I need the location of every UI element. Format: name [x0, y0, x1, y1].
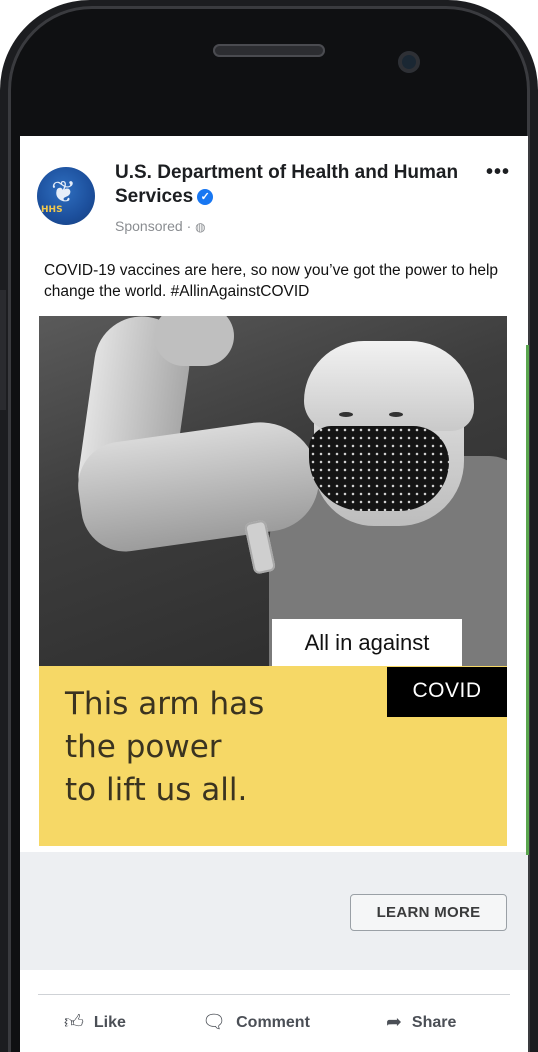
sponsored-label: Sponsored · ◍: [115, 218, 206, 234]
screen-edge-accent: [526, 345, 529, 855]
share-button[interactable]: ➦ Share: [386, 1008, 456, 1038]
learn-more-button[interactable]: LEARN MORE: [350, 894, 507, 931]
share-icon: ➦: [386, 1012, 402, 1033]
side-button: [0, 290, 6, 410]
share-label: Share: [411, 1014, 457, 1031]
verified-badge-icon: ✓: [197, 189, 214, 205]
front-camera-icon: [398, 51, 420, 73]
comment-label: Comment: [236, 1014, 310, 1031]
avatar-text: HHS: [41, 205, 63, 215]
ad-photo: [39, 316, 507, 666]
thumbs-up-icon: 👍︎: [64, 1012, 84, 1033]
ad-headline-line: the power: [65, 729, 222, 765]
page-name-text: U.S. Department of Health and Human Serv…: [115, 162, 459, 207]
sponsored-text: Sponsored ·: [115, 218, 192, 234]
ad-headline-line: to lift us all.: [65, 772, 248, 808]
ad-image[interactable]: All in against COVID This arm has the po…: [39, 316, 507, 846]
like-button[interactable]: 👍︎ Like: [64, 1008, 126, 1038]
photo-eye: [339, 412, 353, 417]
ad-headline-line: This arm has: [65, 686, 265, 722]
photo-eye: [389, 412, 403, 417]
photo-hair: [304, 341, 474, 431]
screen: ❦ HHS U.S. Department of Health and Huma…: [20, 136, 528, 1052]
cta-bar: LEARN MORE: [20, 852, 528, 970]
ad-label-bottom: COVID: [387, 667, 507, 717]
comment-icon: 🗨︎: [202, 1012, 227, 1033]
like-label: Like: [93, 1014, 126, 1031]
divider: [38, 994, 510, 995]
comment-button[interactable]: 🗨︎ Comment: [202, 1008, 310, 1038]
globe-icon: ◍: [195, 220, 206, 234]
avatar[interactable]: ❦ HHS: [37, 167, 95, 225]
speaker-grille: [213, 44, 325, 57]
ad-label-top: All in against: [272, 619, 462, 666]
phone-frame: ❦ HHS U.S. Department of Health and Huma…: [0, 0, 538, 1052]
more-options-button[interactable]: •••: [482, 162, 514, 186]
page-name[interactable]: U.S. Department of Health and Human Serv…: [115, 161, 475, 209]
photo-fist: [154, 316, 234, 366]
post-caption: COVID-19 vaccines are here, so now you’v…: [44, 262, 499, 300]
ad-headline: This arm has the power to lift us all.: [65, 683, 385, 812]
post-header: ❦ HHS U.S. Department of Health and Huma…: [20, 136, 528, 236]
photo-face-mask: [309, 426, 449, 511]
